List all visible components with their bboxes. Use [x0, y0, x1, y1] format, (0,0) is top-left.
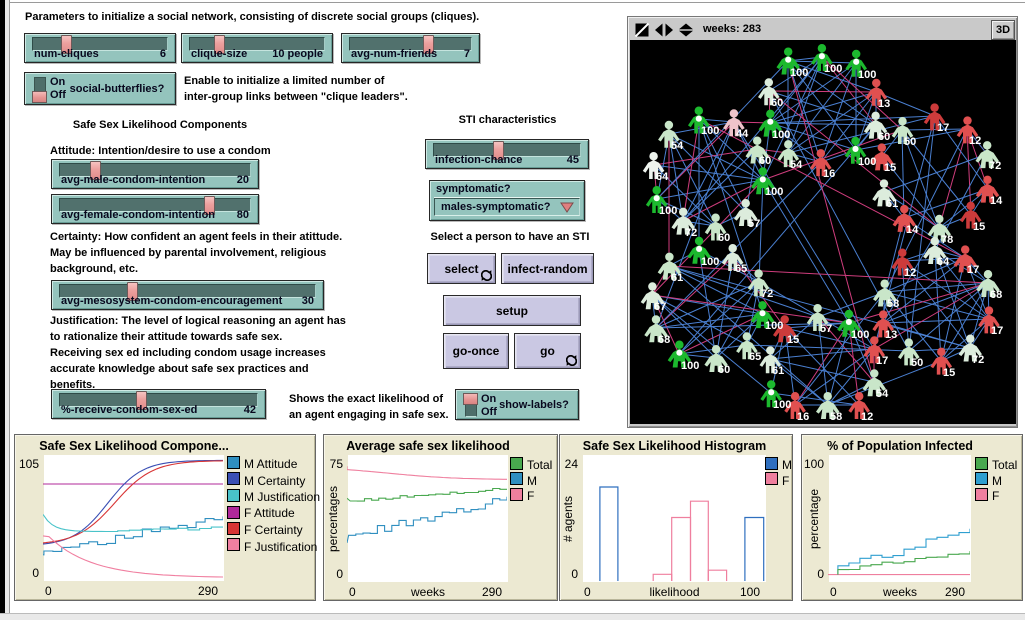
- svg-text:100: 100: [851, 329, 869, 341]
- svg-text:68: 68: [658, 334, 670, 346]
- svg-text:100: 100: [772, 129, 790, 141]
- svg-text:60: 60: [878, 131, 890, 143]
- svg-text:50: 50: [904, 136, 916, 148]
- svg-text:100: 100: [659, 205, 677, 217]
- svg-text:15: 15: [943, 367, 955, 379]
- svg-text:12: 12: [904, 267, 916, 279]
- svg-text:15: 15: [973, 221, 985, 233]
- svg-text:72: 72: [989, 160, 1001, 172]
- svg-text:100: 100: [681, 360, 699, 372]
- svg-text:17: 17: [876, 355, 888, 367]
- svg-text:64: 64: [656, 171, 669, 183]
- svg-text:61: 61: [671, 272, 683, 284]
- svg-text:100: 100: [701, 125, 719, 137]
- svg-text:60: 60: [771, 97, 783, 109]
- svg-text:72: 72: [685, 227, 697, 239]
- svg-text:100: 100: [765, 320, 783, 332]
- svg-text:54: 54: [876, 388, 889, 400]
- svg-text:100: 100: [790, 67, 808, 79]
- svg-text:60: 60: [759, 155, 771, 167]
- svg-text:12: 12: [861, 411, 873, 423]
- svg-text:72: 72: [972, 354, 984, 366]
- svg-text:14: 14: [906, 224, 919, 236]
- svg-text:57: 57: [748, 218, 760, 230]
- svg-text:100: 100: [824, 63, 842, 75]
- svg-text:72: 72: [761, 288, 773, 300]
- svg-text:61: 61: [886, 198, 898, 210]
- svg-text:17: 17: [991, 325, 1003, 337]
- svg-text:100: 100: [701, 256, 719, 268]
- svg-text:60: 60: [718, 364, 730, 376]
- svg-text:67: 67: [654, 301, 666, 313]
- svg-text:60: 60: [718, 232, 730, 244]
- svg-text:68: 68: [990, 289, 1002, 301]
- svg-text:64: 64: [937, 256, 950, 268]
- svg-text:50: 50: [911, 357, 923, 369]
- svg-text:14: 14: [990, 195, 1003, 207]
- svg-text:44: 44: [736, 128, 749, 140]
- svg-text:16: 16: [797, 411, 809, 423]
- svg-text:65: 65: [735, 263, 747, 275]
- svg-text:54: 54: [790, 159, 803, 171]
- svg-text:58: 58: [830, 411, 842, 423]
- svg-text:15: 15: [884, 162, 896, 174]
- svg-text:13: 13: [885, 329, 897, 341]
- svg-text:17: 17: [967, 264, 979, 276]
- svg-text:15: 15: [787, 334, 799, 346]
- svg-text:16: 16: [823, 168, 835, 180]
- svg-text:65: 65: [749, 351, 761, 363]
- svg-text:100: 100: [765, 186, 783, 198]
- svg-text:100: 100: [773, 399, 791, 411]
- svg-text:57: 57: [820, 323, 832, 335]
- svg-text:58: 58: [887, 298, 899, 310]
- svg-text:78: 78: [941, 234, 953, 246]
- svg-text:54: 54: [671, 140, 684, 152]
- svg-text:13: 13: [878, 98, 890, 110]
- svg-text:12: 12: [969, 135, 981, 147]
- svg-text:100: 100: [858, 156, 876, 168]
- svg-text:17: 17: [937, 122, 949, 134]
- svg-text:61: 61: [772, 365, 784, 377]
- svg-text:100: 100: [858, 69, 876, 81]
